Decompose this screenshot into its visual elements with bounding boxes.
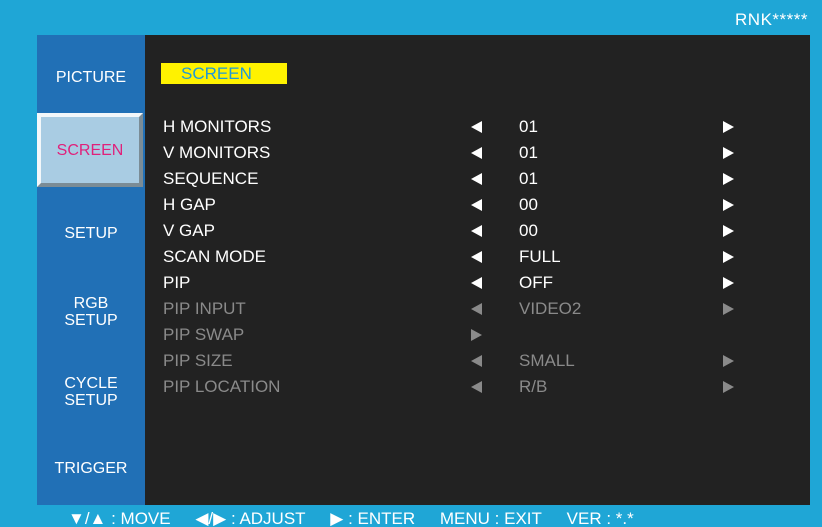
sidebar-item-picture[interactable]: PICTURE (37, 69, 145, 86)
setting-label: PIP SIZE (163, 351, 233, 370)
setting-value: SMALL (519, 351, 575, 370)
setting-label: PIP LOCATION (163, 377, 281, 396)
help-version: VER : *.* (566, 509, 634, 527)
arrow-right-icon[interactable] (723, 173, 734, 185)
arrow-left-icon[interactable] (471, 277, 482, 289)
arrow-left-icon[interactable] (471, 251, 482, 263)
arrow-right-icon (723, 381, 734, 393)
model-name: RNK***** (735, 10, 808, 29)
setting-value: FULL (519, 247, 561, 266)
sidebar-item-label: SETUP (64, 225, 118, 242)
arrow-left-icon[interactable] (471, 147, 482, 159)
setting-label: SCAN MODE (163, 247, 266, 266)
arrow-left-icon[interactable] (471, 121, 482, 133)
setting-row-scan-mode[interactable]: SCAN MODE FULL (163, 244, 803, 270)
sidebar-item-rgb-setup[interactable]: RGB SETUP (37, 295, 145, 329)
arrow-right-icon[interactable] (723, 199, 734, 211)
sidebar: PICTURE SCREEN SETUP RGB SETUP CYCLE SET… (37, 35, 145, 505)
sidebar-item-trigger[interactable]: TRIGGER (37, 460, 145, 477)
sidebar-item-label: PICTURE (55, 69, 127, 86)
arrow-right-icon[interactable] (723, 251, 734, 263)
arrow-right-icon[interactable] (723, 121, 734, 133)
setting-row-h-gap[interactable]: H GAP 00 (163, 192, 803, 218)
setting-row-v-gap[interactable]: V GAP 00 (163, 218, 803, 244)
arrow-left-icon[interactable] (471, 225, 482, 237)
key-help-bar: ▼/▲ : MOVE ◀/▶ : ADJUST ▶ : ENTER MENU :… (68, 508, 654, 527)
setting-row-pip-location: PIP LOCATION R/B (163, 374, 803, 400)
setting-value: 00 (519, 195, 538, 214)
setting-label: V MONITORS (163, 143, 271, 162)
arrow-right-icon (723, 303, 734, 315)
setting-value: 01 (519, 169, 538, 188)
arrow-left-icon (471, 355, 482, 367)
sidebar-item-cycle-setup[interactable]: CYCLE SETUP (37, 375, 145, 409)
setting-row-v-monitors[interactable]: V MONITORS 01 (163, 140, 803, 166)
setting-value: 00 (519, 221, 538, 240)
sidebar-item-setup[interactable]: SETUP (37, 225, 145, 242)
arrow-left-icon (471, 381, 482, 393)
setting-row-pip-swap: PIP SWAP (163, 322, 803, 348)
sidebar-item-label: SETUP (64, 392, 118, 409)
arrow-right-icon[interactable] (723, 147, 734, 159)
setting-label: PIP INPUT (163, 299, 246, 318)
arrow-right-icon (723, 355, 734, 367)
setting-label: H MONITORS (163, 117, 272, 136)
arrow-right-icon[interactable] (723, 277, 734, 289)
setting-label: V GAP (163, 221, 215, 240)
setting-row-sequence[interactable]: SEQUENCE 01 (163, 166, 803, 192)
sidebar-item-label: TRIGGER (54, 460, 128, 477)
setting-label: H GAP (163, 195, 216, 214)
arrow-left-icon (471, 303, 482, 315)
help-enter: ▶ : ENTER (330, 509, 416, 527)
setting-value: OFF (519, 273, 553, 292)
setting-value: 01 (519, 117, 538, 136)
setting-label: PIP (163, 273, 191, 292)
setting-value: R/B (519, 377, 548, 396)
sidebar-item-label: SCREEN (56, 141, 124, 159)
setting-value: 01 (519, 143, 538, 162)
sidebar-item-screen[interactable]: SCREEN (37, 113, 143, 187)
arrow-left-icon[interactable] (471, 173, 482, 185)
setting-row-pip-input: PIP INPUT VIDEO2 (163, 296, 803, 322)
help-adjust: ◀/▶ : ADJUST (195, 509, 306, 527)
sidebar-item-label: RGB (73, 295, 109, 312)
help-move: ▼/▲ : MOVE (68, 509, 171, 527)
help-exit: MENU : EXIT (439, 509, 542, 527)
setting-label: PIP SWAP (163, 325, 245, 344)
enter-arrow-icon (471, 329, 482, 341)
setting-row-pip-size: PIP SIZE SMALL (163, 348, 803, 374)
sidebar-item-label: SETUP (64, 312, 118, 329)
setting-value: VIDEO2 (519, 299, 582, 318)
sidebar-item-label: CYCLE (64, 375, 118, 392)
setting-label: SEQUENCE (163, 169, 259, 188)
panel-title: SCREEN (161, 63, 287, 84)
setting-row-h-monitors[interactable]: H MONITORS 01 (163, 114, 803, 140)
setting-row-pip[interactable]: PIP OFF (163, 270, 803, 296)
osd-menu-panel: PICTURE SCREEN SETUP RGB SETUP CYCLE SET… (37, 35, 810, 505)
arrow-left-icon[interactable] (471, 199, 482, 211)
arrow-right-icon[interactable] (723, 225, 734, 237)
